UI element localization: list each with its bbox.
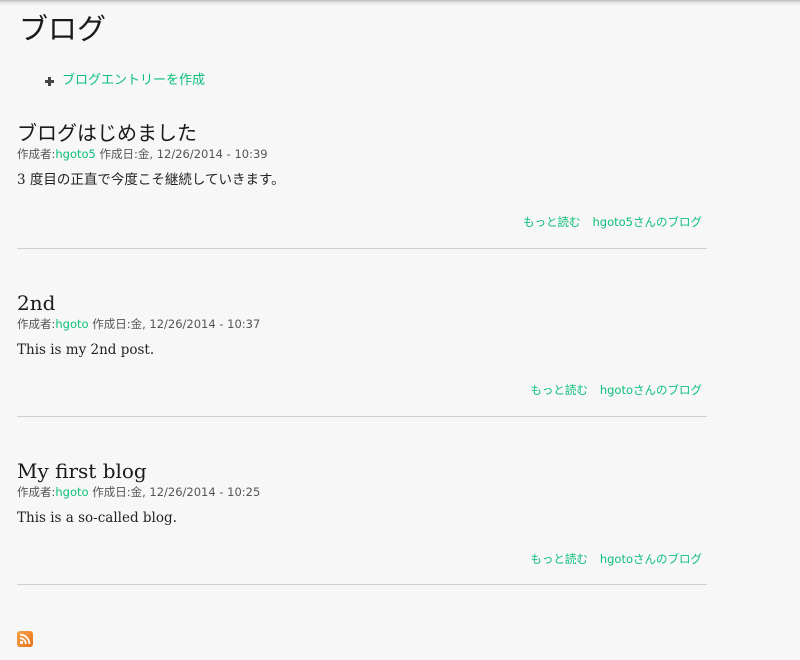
author-blog-link[interactable]: hgotoさんのブログ <box>600 383 702 397</box>
rss-glyph-icon <box>19 633 31 645</box>
post-body: This is my 2nd post. <box>17 342 155 358</box>
read-more-link[interactable]: もっと読む <box>530 552 588 566</box>
action-links: ブログエントリーを作成 <box>45 71 205 91</box>
author-link[interactable]: hgoto <box>55 317 88 331</box>
post-title[interactable]: 2nd <box>17 290 707 316</box>
author-link[interactable]: hgoto5 <box>55 147 96 161</box>
blog-post: 2nd 作成者:hgoto 作成日:金, 12/26/2014 - 10:37 … <box>17 290 707 417</box>
read-more-link[interactable]: もっと読む <box>523 215 581 229</box>
post-title-text[interactable]: 2nd <box>17 291 55 315</box>
author-prefix: 作成者: <box>17 147 56 161</box>
post-meta: 作成者:hgoto 作成日:金, 12/26/2014 - 10:37 <box>17 316 707 332</box>
blog-post: ブログはじめました 作成者:hgoto5 作成日:金, 12/26/2014 -… <box>17 120 707 249</box>
post-divider <box>17 584 707 585</box>
post-title[interactable]: My first blog <box>17 458 707 484</box>
author-blog-link[interactable]: hgoto5さんのブログ <box>593 215 703 229</box>
post-title-text[interactable]: ブログはじめました <box>17 121 197 145</box>
rss-feed-icon[interactable] <box>17 631 33 647</box>
post-meta: 作成者:hgoto5 作成日:金, 12/26/2014 - 10:39 <box>17 146 707 162</box>
author-link[interactable]: hgoto <box>55 485 88 499</box>
post-links: もっと読む hgotoさんのブログ <box>530 382 702 398</box>
post-date: 作成日:金, 12/26/2014 - 10:25 <box>88 485 261 499</box>
action-link-item: ブログエントリーを作成 <box>45 71 205 91</box>
post-body: 3 度目の正直で今度こそ継続していきます。 <box>17 172 285 188</box>
post-divider <box>17 416 707 417</box>
post-date: 作成日:金, 12/26/2014 - 10:39 <box>95 147 268 161</box>
post-body: This is a so-called blog. <box>17 510 177 526</box>
page-title: ブログ <box>19 12 107 46</box>
post-divider <box>17 248 707 249</box>
top-shadow <box>0 0 800 6</box>
post-links: もっと読む hgotoさんのブログ <box>530 551 702 567</box>
post-meta: 作成者:hgoto 作成日:金, 12/26/2014 - 10:25 <box>17 484 707 500</box>
post-title[interactable]: ブログはじめました <box>17 120 707 146</box>
create-blog-entry-link[interactable]: ブログエントリーを作成 <box>62 71 205 91</box>
author-prefix: 作成者: <box>17 317 56 331</box>
post-links: もっと読む hgoto5さんのブログ <box>523 214 702 230</box>
author-blog-link[interactable]: hgotoさんのブログ <box>600 552 702 566</box>
plus-icon <box>45 76 54 86</box>
author-prefix: 作成者: <box>17 485 56 499</box>
blog-post: My first blog 作成者:hgoto 作成日:金, 12/26/201… <box>17 458 707 585</box>
read-more-link[interactable]: もっと読む <box>530 383 588 397</box>
post-date: 作成日:金, 12/26/2014 - 10:37 <box>88 317 261 331</box>
post-title-text[interactable]: My first blog <box>17 459 147 483</box>
